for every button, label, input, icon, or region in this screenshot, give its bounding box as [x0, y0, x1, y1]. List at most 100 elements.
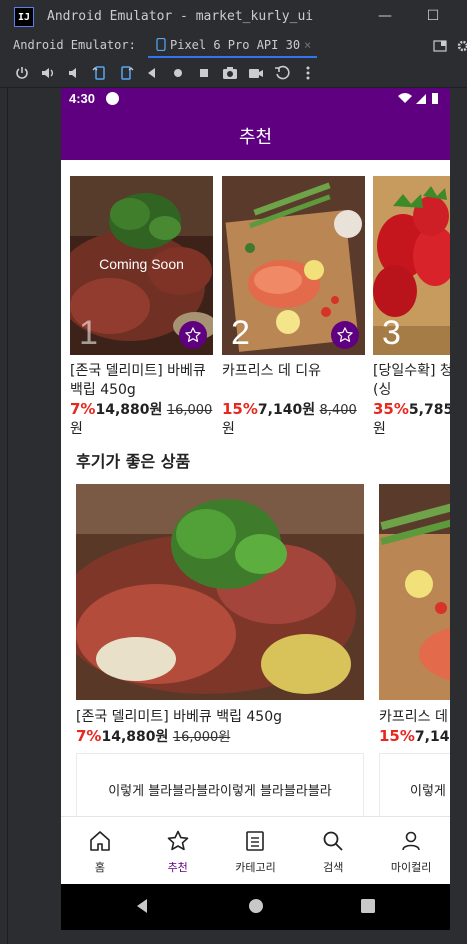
rank-product-card[interactable]: 2 카프리스 데 디유 15%7,140원 8,400 원 — [222, 176, 365, 439]
discount-rate: 7% — [70, 400, 96, 418]
overview-icon[interactable] — [360, 898, 376, 914]
product-image: 2 — [222, 176, 365, 355]
nav-mykurly[interactable]: 마이컬리 — [372, 817, 450, 884]
settings-gear-icon[interactable] — [456, 39, 467, 53]
category-icon — [246, 831, 265, 851]
steak-image — [76, 484, 364, 700]
product-image — [76, 484, 364, 700]
sale-price: 7,140원 — [257, 402, 316, 418]
sale-price: 14,880원 — [95, 402, 163, 418]
coming-soon-overlay: Coming Soon — [99, 256, 184, 272]
sale-price: 5,785 — [408, 402, 450, 418]
rotate-left-icon[interactable] — [92, 65, 108, 81]
device-tab-label: Pixel 6 Pro API 30 — [170, 38, 301, 52]
rank-product-card[interactable]: Coming Soon 1 [존국 델리미트] 바베큐 백립 450g 7%14… — [70, 176, 213, 439]
search-icon — [323, 831, 343, 851]
nav-category[interactable]: 카테고리 — [217, 817, 295, 884]
nav-recommend[interactable]: 추천 — [139, 817, 217, 884]
camera-icon[interactable] — [222, 65, 238, 81]
back-icon[interactable] — [144, 65, 160, 81]
product-name: [존국 델리미트] 바베큐 백립 450g — [76, 709, 283, 725]
record-icon[interactable] — [248, 65, 264, 81]
signal-battery-icon — [398, 93, 438, 104]
review-product-card[interactable]: 카프리스 데 15%7,140 이렇게 — [379, 484, 450, 816]
nav-label: 홈 — [94, 861, 105, 874]
product-name: 카프리스 데 — [379, 709, 448, 725]
power-icon[interactable] — [14, 65, 30, 81]
review-product-card[interactable]: [존국 델리미트] 바베큐 백립 450g 7%14,880원 16,000원 … — [76, 484, 364, 816]
product-image: 3 — [373, 176, 450, 355]
price-line: 15%7,140 — [379, 727, 450, 747]
nav-label: 마이컬리 — [390, 861, 432, 874]
minimize-button[interactable]: — — [377, 8, 393, 24]
home-icon[interactable] — [248, 898, 264, 914]
app-bar: 추천 — [61, 109, 450, 160]
status-time: 4:30 — [69, 91, 96, 106]
volume-down-icon[interactable] — [66, 65, 82, 81]
emulator-tab-bar: Android Emulator: Pixel 6 Pro API 30 × — [0, 34, 467, 58]
price-line: 7%14,880원 16,000원 — [76, 727, 364, 747]
star-icon — [167, 830, 188, 851]
sale-price: 14,880원 — [101, 729, 169, 745]
emulator-label: Android Emulator: — [13, 38, 136, 52]
original-price: 8,400 — [319, 403, 357, 418]
original-price-suffix: 원 — [70, 421, 83, 437]
status-bar: 4:30 — [61, 88, 450, 109]
discount-rate: 35% — [373, 400, 409, 418]
more-icon[interactable] — [300, 65, 316, 81]
rank-number: 2 — [231, 314, 250, 352]
original-price-suffix: 원 — [373, 421, 386, 437]
notification-icon — [106, 92, 119, 105]
system-navigation-bar — [61, 884, 450, 930]
rank-number: 1 — [79, 314, 98, 352]
product-name: 카프리스 데 디유 — [222, 363, 322, 379]
emulator-toolbar — [0, 58, 467, 88]
price-line: 35%5,785 원 — [373, 400, 450, 439]
intellij-logo-icon: IJ — [14, 7, 34, 27]
ide-left-gutter — [0, 88, 8, 944]
sale-price: 7,140 — [414, 729, 450, 745]
layout-icon[interactable] — [433, 39, 447, 53]
star-icon — [337, 327, 353, 342]
nav-label: 카테고리 — [235, 861, 276, 874]
review-text: 이렇게 — [379, 753, 450, 816]
price-line: 7%14,880원 16,000 원 — [70, 400, 213, 439]
nav-label: 검색 — [323, 861, 344, 874]
maximize-button[interactable]: ☐ — [425, 8, 441, 24]
window-title: Android Emulator - market_kurly_ui — [47, 9, 314, 24]
phone-screen: 4:30 추천 Coming Soon 1 [존국 델리미트] 바베큐 백립 4… — [61, 88, 450, 930]
price-line: 15%7,140원 8,400 원 — [222, 400, 365, 439]
home-icon — [90, 831, 110, 851]
nav-label: 추천 — [167, 861, 188, 874]
ide-right-gutter — [451, 88, 467, 944]
nav-search[interactable]: 검색 — [294, 817, 372, 884]
bottom-navigation: 홈 추천 카테고리 검색 마이컬리 — [61, 816, 450, 884]
volume-up-icon[interactable] — [40, 65, 56, 81]
product-name: [존국 델리미트] 바베큐 백립 450g — [70, 363, 206, 398]
discount-rate: 15% — [379, 727, 415, 745]
rank-product-card[interactable]: 3 [당일수확] 청 우스 딸기 (싱 35%5,785 원 — [373, 176, 450, 439]
nav-home[interactable]: 홈 — [61, 817, 139, 884]
close-tab-icon[interactable]: × — [304, 38, 311, 52]
overview-icon[interactable] — [196, 65, 212, 81]
person-icon — [402, 831, 420, 851]
product-name: [당일수확] 청 우스 딸기 (싱 — [373, 363, 450, 398]
favorite-button[interactable] — [179, 321, 207, 349]
original-price: 16,000 — [166, 403, 213, 418]
replay-icon[interactable] — [274, 65, 290, 81]
page-title: 추천 — [238, 127, 273, 148]
device-tab[interactable]: Pixel 6 Pro API 30 × — [148, 34, 318, 58]
review-text: 이렇게 블라블라블라이렇게 블라블라블라 — [76, 753, 364, 816]
review-section-title: 후기가 좋은 상품 — [76, 452, 191, 471]
discount-rate: 15% — [222, 400, 258, 418]
salmon-image — [379, 484, 450, 700]
product-image: Coming Soon 1 — [70, 176, 213, 355]
phone-icon — [156, 37, 166, 52]
back-icon[interactable] — [134, 898, 150, 914]
discount-rate: 7% — [76, 727, 102, 745]
recommend-content[interactable]: Coming Soon 1 [존국 델리미트] 바베큐 백립 450g 7%14… — [61, 160, 450, 816]
ide-title-bar: IJ Android Emulator - market_kurly_ui — … — [0, 0, 467, 34]
rotate-right-icon[interactable] — [118, 65, 134, 81]
home-icon[interactable] — [170, 65, 186, 81]
favorite-button[interactable] — [331, 321, 359, 349]
